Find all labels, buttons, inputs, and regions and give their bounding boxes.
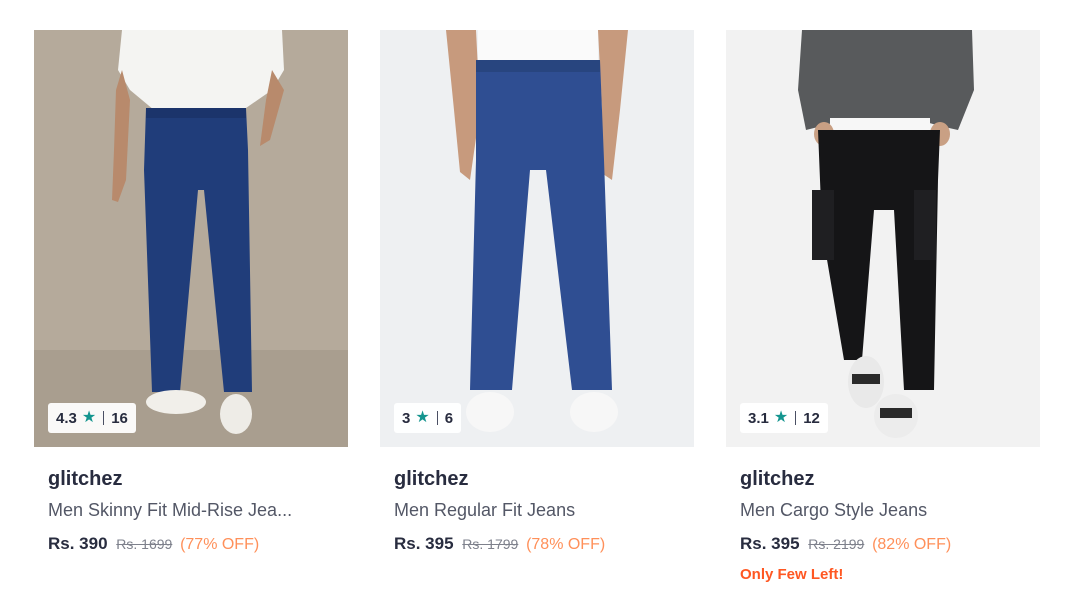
discounted-price: Rs. 395 [394,534,454,553]
original-price: Rs. 2199 [808,536,865,552]
rating-value: 3.1 [748,409,769,427]
rating-badge: 3.1 ★ 12 [740,403,828,433]
rating-value: 4.3 [56,409,77,427]
product-brand: glitchez [48,468,123,490]
discount-percent: (78% OFF) [526,536,606,553]
product-price-row: Rs. 395 Rs. 2199 (82% OFF) [740,533,1040,556]
product-price-row: Rs. 390 Rs. 1699 (77% OFF) [48,533,348,556]
star-icon: ★ [81,409,97,426]
product-info: glitchez Men Cargo Style Jeans Rs. 395 R… [726,469,1040,583]
star-icon: ★ [415,409,430,426]
product-image[interactable]: 3 ★ 6 [380,30,694,447]
product-info: glitchez Men Regular Fit Jeans Rs. 395 R… [380,469,694,556]
rating-divider [795,411,797,425]
rating-badge: 3 ★ 6 [394,403,462,433]
stock-alert: Only Few Left! [740,566,844,583]
rating-divider [436,411,438,425]
product-photo-skinny-jeans [34,30,348,447]
discount-percent: (77% OFF) [180,536,260,553]
product-brand: glitchez [740,468,815,490]
product-card-skinny-jeans[interactable]: 4.3 ★ 16 glitchez Men Skinny Fit Mid-Ris… [34,30,348,556]
rating-value: 3 [402,409,411,427]
product-title: Men Cargo Style Jeans [740,500,928,520]
product-photo-regular-jeans [380,30,694,447]
rating-count: 12 [803,409,820,427]
rating-count: 16 [111,409,128,427]
star-icon: ★ [773,409,789,426]
product-title: Men Regular Fit Jeans [394,500,576,520]
discounted-price: Rs. 395 [740,534,800,553]
product-image[interactable]: 3.1 ★ 12 [726,30,1040,447]
rating-badge: 4.3 ★ 16 [48,403,136,433]
rating-count: 6 [444,409,454,427]
product-info: glitchez Men Skinny Fit Mid-Rise Jea... … [34,469,348,556]
product-title: Men Skinny Fit Mid-Rise Jea... [48,500,293,520]
original-price: Rs. 1799 [462,536,519,552]
product-image[interactable]: 4.3 ★ 16 [34,30,348,447]
rating-divider [103,411,105,425]
product-price-row: Rs. 395 Rs. 1799 (78% OFF) [394,533,694,556]
product-card-regular-jeans[interactable]: 3 ★ 6 glitchez Men Regular Fit Jeans Rs.… [380,30,694,556]
original-price: Rs. 1699 [116,536,173,552]
discounted-price: Rs. 390 [48,534,108,553]
product-photo-cargo-jeans [726,30,1040,447]
discount-percent: (82% OFF) [872,536,952,553]
product-brand: glitchez [394,468,469,490]
product-card-cargo-jeans[interactable]: 3.1 ★ 12 glitchez Men Cargo Style Jeans … [726,30,1040,583]
